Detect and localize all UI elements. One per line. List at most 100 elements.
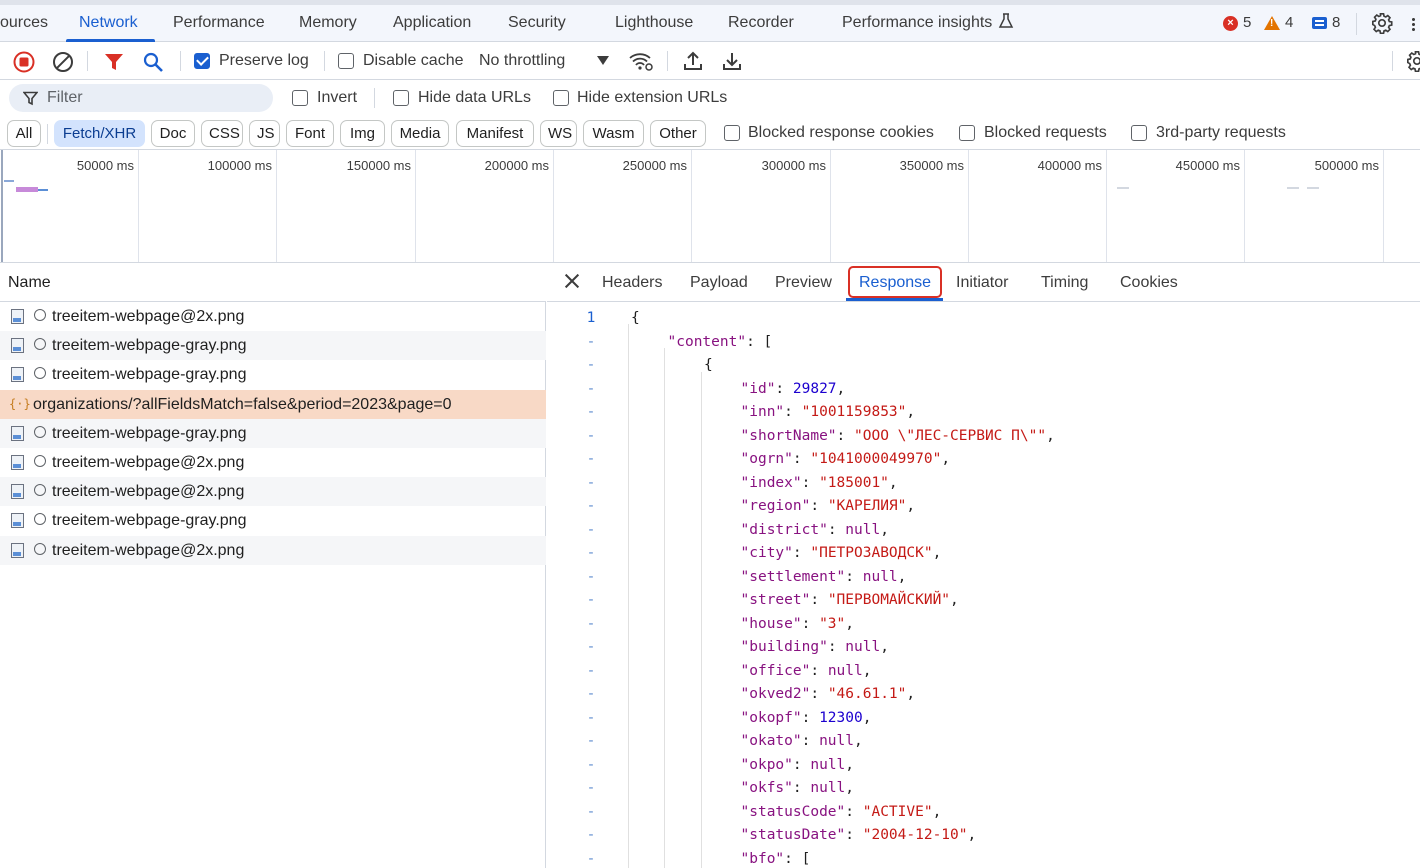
type-filter-manifest[interactable]: Manifest <box>456 120 534 147</box>
tab-performance[interactable]: Performance <box>173 5 265 41</box>
tab-recorder[interactable]: Recorder <box>728 5 794 41</box>
warning-icon <box>1264 16 1280 30</box>
hide-extension-urls-checkbox[interactable] <box>553 90 569 106</box>
code-text: "office": null, <box>740 662 872 679</box>
preserve-log-checkbox[interactable] <box>194 53 210 69</box>
throttling-select[interactable]: No throttling <box>479 42 565 80</box>
type-filter-other[interactable]: Other <box>650 120 706 147</box>
line-number: - <box>586 662 596 679</box>
json-value: { <box>704 357 713 373</box>
tab-timing[interactable]: Timing <box>1041 263 1088 302</box>
request-row[interactable]: treeitem-webpage@2x.png <box>0 477 546 506</box>
network-overview-timeline[interactable]: 50000 ms 100000 ms 150000 ms 200000 ms 2… <box>0 150 1420 263</box>
filter-funnel-icon[interactable] <box>104 52 124 72</box>
disable-cache-checkbox[interactable] <box>338 53 354 69</box>
json-value: null <box>845 521 881 538</box>
json-key: "shortName" <box>740 427 837 444</box>
throttling-value: No throttling <box>479 52 566 69</box>
request-row[interactable]: treeitem-webpage-gray.png <box>0 360 546 389</box>
type-filter-img[interactable]: Img <box>340 120 385 147</box>
blocked-response-cookies-checkbox[interactable] <box>724 125 740 141</box>
timeline-request-bar <box>16 187 38 192</box>
error-counter[interactable]: × 5 <box>1223 13 1251 33</box>
line-number: - <box>586 780 596 796</box>
tab-network[interactable]: Network <box>79 5 138 41</box>
line-number: - <box>586 686 596 702</box>
tab-preview[interactable]: Preview <box>775 263 832 302</box>
request-list-header[interactable]: Name <box>0 263 546 302</box>
tick-label: 200000 ms <box>484 158 549 173</box>
json-key: "building" <box>740 639 828 655</box>
tick-label: 500000 ms <box>1314 158 1379 173</box>
json-value: null <box>845 639 881 655</box>
hide-data-urls-checkbox[interactable] <box>393 90 409 106</box>
blocked-requests-label: Blocked requests <box>984 124 1107 141</box>
invert-label: Invert <box>317 89 358 106</box>
tab-cookies[interactable]: Cookies <box>1120 263 1178 302</box>
service-worker-gear-icon <box>34 309 46 321</box>
filter-input[interactable]: Filter <box>9 84 273 112</box>
json-key: "okved2" <box>740 686 811 702</box>
tab-security[interactable]: Security <box>508 5 566 41</box>
code-line: - "office": null, <box>547 660 1420 684</box>
network-settings-gear-icon[interactable] <box>1406 50 1420 72</box>
clear-icon[interactable] <box>52 51 74 73</box>
code-text: "statusDate": "2004-12-10", <box>740 827 977 843</box>
tab-memory[interactable]: Memory <box>299 5 357 41</box>
gear-icon[interactable] <box>1371 12 1393 34</box>
json-value: [ <box>763 333 773 350</box>
tab-sources[interactable]: ources <box>0 5 48 41</box>
tab-initiator[interactable]: Initiator <box>956 263 1008 302</box>
response-code-view[interactable]: 1{- "content": [-{- "id": 29827, - "inn": "1… <box>547 302 1420 868</box>
tab-response[interactable]: Response <box>859 263 931 302</box>
request-row[interactable]: treeitem-webpage@2x.png <box>0 302 546 331</box>
json-key: "statusDate" <box>740 827 846 843</box>
type-filter-font[interactable]: Font <box>286 120 334 147</box>
type-filter-all[interactable]: All <box>7 120 41 147</box>
request-row-selected[interactable]: {·} organizations/?allFieldsMatch=false&… <box>0 390 546 419</box>
tab-performance-insights[interactable]: Performance insights <box>842 5 1014 41</box>
request-row[interactable]: treeitem-webpage-gray.png <box>0 331 546 360</box>
chevron-down-icon[interactable] <box>597 56 609 66</box>
tab-headers[interactable]: Headers <box>602 263 662 302</box>
request-name: treeitem-webpage-gray.png <box>52 366 247 383</box>
type-filter-doc[interactable]: Doc <box>151 120 195 147</box>
filter-funnel-icon <box>23 91 38 106</box>
tab-lighthouse[interactable]: Lighthouse <box>615 5 693 41</box>
request-row[interactable]: treeitem-webpage@2x.png <box>0 448 546 477</box>
timeline-request-bar <box>38 189 48 191</box>
tab-payload[interactable]: Payload <box>690 263 748 302</box>
line-number: - <box>586 850 596 867</box>
image-file-icon <box>11 484 24 499</box>
more-options-icon[interactable] <box>1412 17 1415 31</box>
json-key: "okfs" <box>740 780 793 796</box>
blocked-requests-checkbox[interactable] <box>959 125 975 141</box>
type-filter-js[interactable]: JS <box>249 120 280 147</box>
type-filter-wasm[interactable]: Wasm <box>583 120 644 147</box>
code-text: "city": "ПЕТРОЗАВОДСК", <box>740 545 942 561</box>
search-icon[interactable] <box>142 51 164 73</box>
warning-counter[interactable]: 4 <box>1264 13 1293 33</box>
message-count: 8 <box>1332 14 1341 31</box>
json-key: "statusCode" <box>740 803 846 820</box>
json-value: null <box>862 568 898 585</box>
upload-icon[interactable] <box>683 51 703 71</box>
download-icon[interactable] <box>722 51 742 71</box>
line-number: - <box>586 521 596 538</box>
request-row[interactable]: treeitem-webpage-gray.png <box>0 419 546 448</box>
wifi-settings-icon[interactable] <box>628 50 654 72</box>
close-icon[interactable] <box>563 272 581 290</box>
stop-recording-icon[interactable] <box>13 51 35 73</box>
tab-application[interactable]: Application <box>393 5 471 41</box>
message-counter[interactable]: 8 <box>1312 13 1340 33</box>
request-row[interactable]: treeitem-webpage-gray.png <box>0 506 546 535</box>
type-filter-css[interactable]: CSS <box>201 120 243 147</box>
type-filter-fetch-xhr[interactable]: Fetch/XHR <box>54 120 145 147</box>
invert-checkbox[interactable] <box>292 90 308 106</box>
third-party-requests-checkbox[interactable] <box>1131 125 1147 141</box>
type-filter-media[interactable]: Media <box>391 120 449 147</box>
json-value: null <box>827 662 863 679</box>
hide-extension-urls-label: Hide extension URLs <box>577 89 728 106</box>
type-filter-ws[interactable]: WS <box>540 120 577 147</box>
request-row[interactable]: treeitem-webpage@2x.png <box>0 536 546 565</box>
